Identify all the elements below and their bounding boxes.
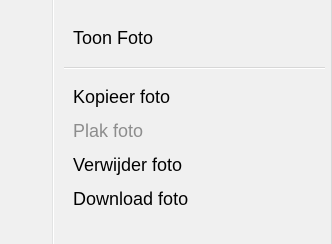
icon-gutter-highlight [53, 0, 54, 244]
menu-item-label: Verwijder foto [73, 155, 183, 175]
menu-item-kopieer-foto[interactable]: Kopieer foto [56, 80, 327, 114]
menu-item-label: Kopieer foto [73, 87, 171, 107]
menu-item-label: Download foto [73, 189, 189, 209]
menu-item-download-foto[interactable]: Download foto [56, 182, 327, 216]
menu-item-label: Plak foto [73, 121, 144, 141]
menu-item-plak-foto: Plak foto [56, 114, 327, 148]
menu-item-toon-foto[interactable]: Toon Foto [56, 21, 327, 55]
menu-item-verwijder-foto[interactable]: Verwijder foto [56, 148, 327, 182]
menu-item-label: Toon Foto [73, 28, 154, 48]
menu-separator [64, 67, 325, 69]
context-menu: Toon Foto Kopieer foto Plak foto Verwijd… [0, 0, 332, 244]
